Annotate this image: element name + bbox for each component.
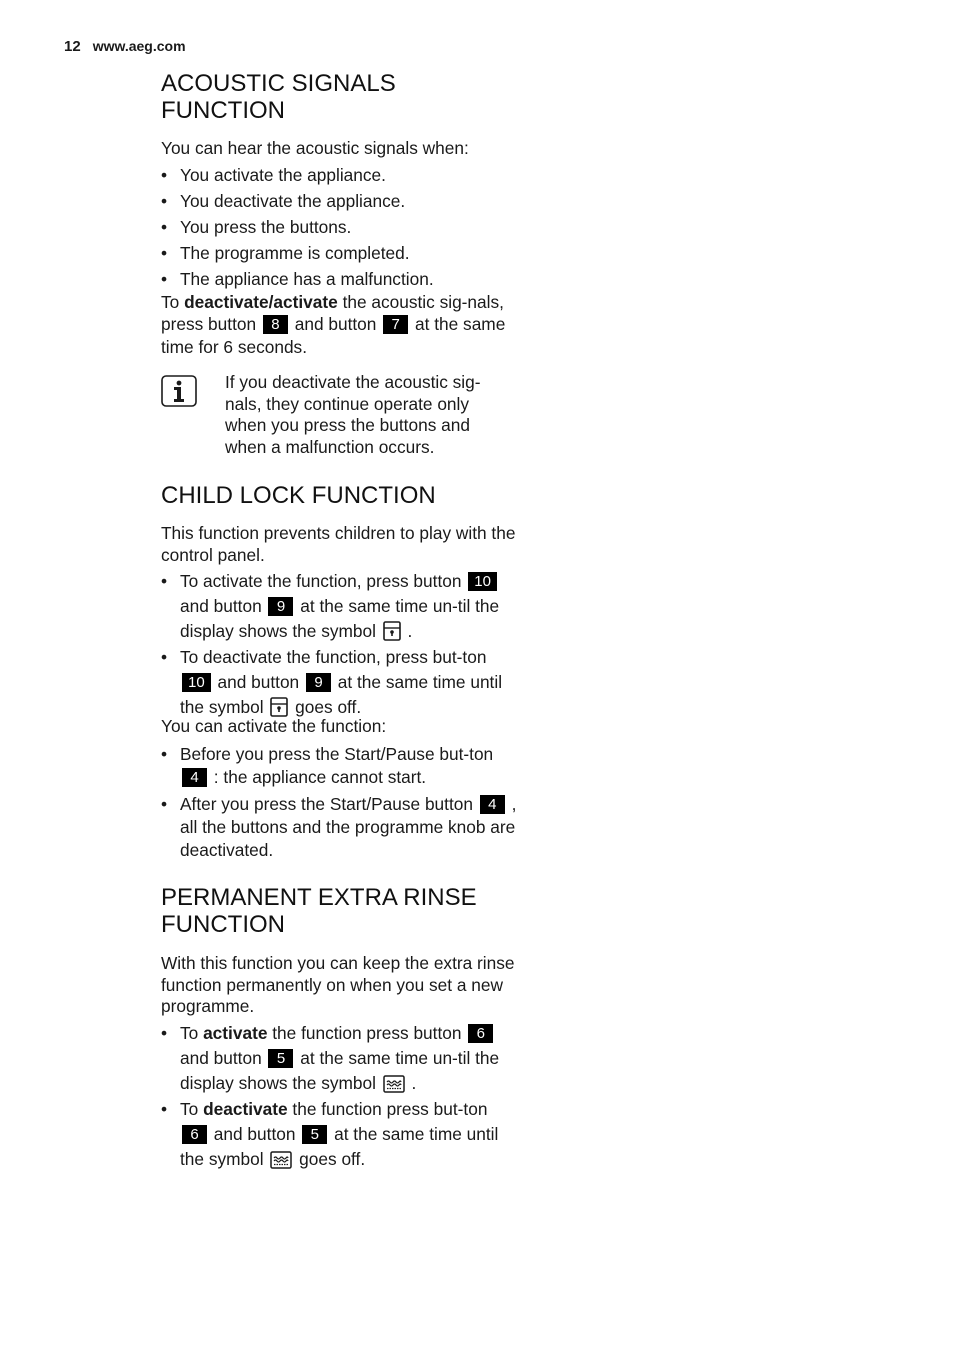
info-text: If you deactivate the acoustic sig-nals,… (225, 372, 481, 457)
list-item: Before you press the Start/Pause but-ton… (161, 743, 517, 789)
button-9-badge: 9 (268, 597, 294, 616)
button-6-badge: 6 (468, 1023, 494, 1043)
page-header: 12 www.aeg.com (64, 38, 186, 55)
list-item: After you press the Start/Pause button 4… (161, 793, 517, 862)
rinse-title: PERMANENT EXTRA RINSE FUNCTION (161, 884, 477, 938)
button-5-badge: 5 (302, 1124, 328, 1144)
info-icon (161, 375, 197, 407)
list-item: You deactivate the appliance. (161, 191, 517, 213)
button-9-badge: 9 (305, 673, 331, 692)
child-lock-icon (382, 621, 401, 641)
childlock-list: To activate the function, press button 1… (161, 569, 517, 720)
page-number: 12 (64, 38, 81, 55)
rinse-section: PERMANENT EXTRA RINSE FUNCTION With this… (161, 884, 517, 1172)
acoustic-title: ACOUSTIC SIGNALS FUNCTION (161, 70, 396, 124)
list-item: To activate the function press button 6 … (161, 1021, 517, 1096)
button-10-badge: 10 (468, 572, 497, 591)
button-4-badge: 4 (479, 794, 505, 814)
list-item: To deactivate the function press but-ton… (161, 1097, 517, 1172)
extra-rinse-icon (270, 1150, 293, 1169)
list-item: To activate the function, press button 1… (161, 569, 517, 644)
childlock-intro: This function prevents children to play … (161, 523, 516, 565)
button-10-badge: 10 (182, 673, 211, 692)
button-6-badge: 6 (182, 1124, 207, 1144)
childlock-title: CHILD LOCK FUNCTION (161, 482, 436, 509)
list-item: To deactivate the function, press but-to… (161, 645, 517, 720)
info-note: If you deactivate the acoustic sig-nals,… (161, 372, 517, 465)
button-7-badge: 7 (383, 315, 409, 334)
acoustic-section: ACOUSTIC SIGNALS FUNCTION You can hear t… (161, 70, 517, 358)
list-item: You activate the appliance. (161, 165, 517, 187)
rinse-list: To activate the function press button 6 … (161, 1021, 517, 1172)
website-link[interactable]: www.aeg.com (93, 38, 186, 54)
acoustic-list: You activate the appliance. You deactiva… (161, 165, 517, 291)
childlock-section: CHILD LOCK FUNCTION This function preven… (161, 482, 517, 862)
rinse-intro: With this function you can keep the extr… (161, 953, 515, 1016)
list-item: The programme is completed. (161, 243, 517, 265)
button-4-badge: 4 (182, 767, 207, 787)
button-5-badge: 5 (268, 1048, 294, 1068)
acoustic-instruction: To deactivate/activate the acoustic sig-… (161, 291, 506, 357)
button-8-badge: 8 (262, 315, 288, 334)
list-item: You press the buttons. (161, 217, 517, 239)
acoustic-intro: You can hear the acoustic signals when: (161, 138, 469, 158)
extra-rinse-icon (383, 1074, 405, 1093)
list-item: The appliance has a malfunction. (161, 269, 517, 291)
childlock-list-2: Before you press the Start/Pause but-ton… (161, 743, 517, 862)
child-lock-icon (270, 697, 289, 717)
